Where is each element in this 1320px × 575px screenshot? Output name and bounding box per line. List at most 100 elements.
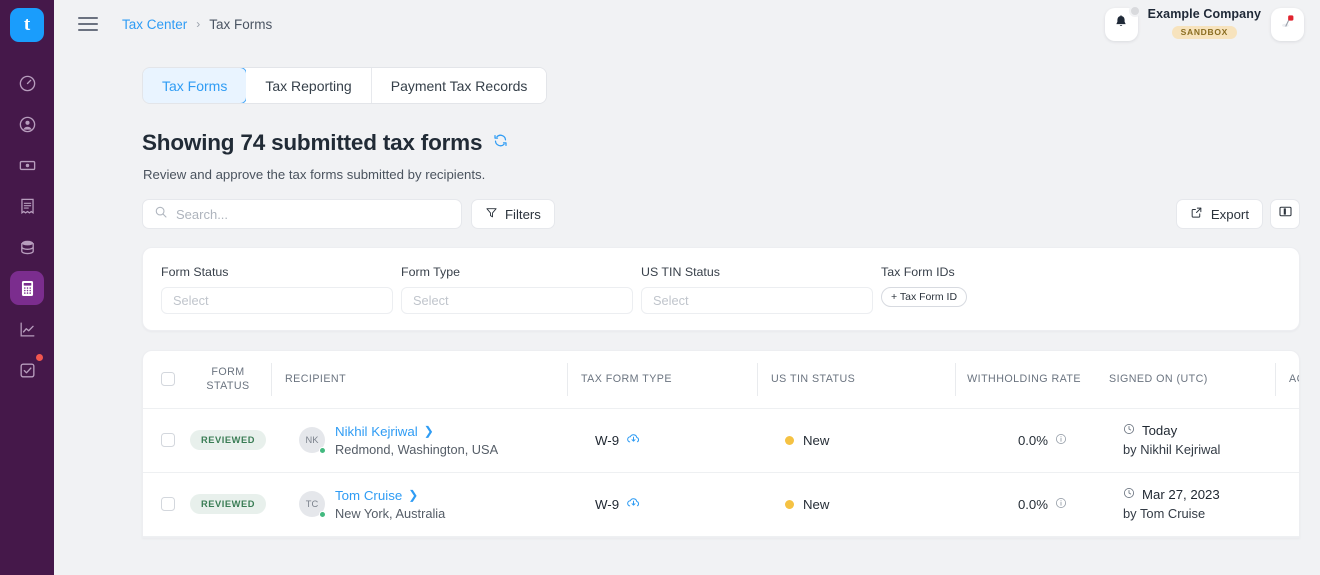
- filter-form-type-select[interactable]: Select: [401, 287, 633, 314]
- account-button[interactable]: [1271, 7, 1304, 41]
- filter-tax-form-ids-label: Tax Form IDs: [881, 265, 955, 279]
- withholding-rate-value: 0.0%: [1017, 432, 1048, 448]
- signed-on-date: Mar 27, 2023: [1142, 487, 1220, 503]
- column-recipient[interactable]: RECIPIENT: [271, 351, 567, 409]
- recipient-link[interactable]: Tom Cruise ❯: [335, 488, 445, 503]
- form-type-label: W-9: [595, 496, 620, 512]
- clock-icon: [1123, 487, 1135, 502]
- tax-forms-table: FORM STATUS RECIPIENT TAX FORM TYPE US T…: [142, 350, 1300, 538]
- tab-tax-reporting[interactable]: Tax Reporting: [246, 68, 372, 103]
- app-root: t Tax Center › Tax Forms Example Company…: [0, 0, 1320, 575]
- row-signed-on-cell: Mar 27, 2023 by Tom Cruise: [1095, 472, 1275, 537]
- sidebar-item-invoices[interactable]: [10, 189, 44, 223]
- filter-form-type: Form Type Select: [401, 265, 641, 330]
- column-signed-on[interactable]: SIGNED ON (UTC): [1095, 351, 1275, 409]
- filter-form-status-label: Form Status: [161, 265, 229, 279]
- breadcrumb-root[interactable]: Tax Center: [122, 17, 187, 32]
- sidebar-item-dashboard[interactable]: [10, 66, 44, 100]
- column-tax-form-type[interactable]: TAX FORM TYPE: [567, 351, 757, 409]
- company-info: Example Company SANDBOX: [1147, 7, 1261, 40]
- recipient-location: Redmond, Washington, USA: [335, 441, 499, 457]
- chevron-right-icon: ❯: [408, 488, 419, 503]
- online-status-dot: [319, 447, 326, 455]
- table-row[interactable]: REVIEWED TC Tom Cruise ❯ New York, Austr…: [143, 472, 1299, 537]
- receipt-icon: [18, 197, 37, 216]
- table-body: REVIEWED NK Nikhil Kejriwal ❯ Redmond, W…: [143, 408, 1299, 537]
- sidebar-item-payments[interactable]: [10, 148, 44, 182]
- tin-status-label: New: [803, 432, 830, 448]
- breadcrumb-separator-icon: ›: [196, 17, 201, 31]
- sidebar-item-recipients[interactable]: [10, 107, 44, 141]
- filter-us-tin-status-label: US TIN Status: [641, 265, 720, 279]
- checkbox-icon: [18, 361, 37, 380]
- row-checkbox[interactable]: [161, 433, 175, 448]
- export-label: Export: [1210, 206, 1249, 222]
- page-title-row: Showing 74 submitted tax forms: [142, 130, 1320, 156]
- tasks-notification-dot: [36, 354, 43, 361]
- cloud-download-icon[interactable]: [626, 431, 641, 449]
- filter-us-tin-status: US TIN Status Select: [641, 265, 881, 330]
- filters-button[interactable]: Filters: [471, 199, 555, 229]
- clock-icon: [1123, 423, 1135, 438]
- refresh-icon[interactable]: [493, 133, 508, 153]
- tab-payment-tax-records[interactable]: Payment Tax Records: [371, 68, 547, 103]
- row-status-cell: REVIEWED: [185, 472, 271, 537]
- company-name: Example Company: [1147, 7, 1261, 22]
- filter-us-tin-status-select[interactable]: Select: [641, 287, 873, 314]
- search-icon: [154, 205, 168, 224]
- search-box[interactable]: [142, 199, 462, 229]
- gauge-icon: [18, 74, 37, 93]
- search-input[interactable]: [176, 206, 450, 222]
- sidebar-item-tax-center[interactable]: [10, 271, 44, 305]
- top-bar: Tax Center › Tax Forms Example Company S…: [54, 0, 1320, 48]
- toolbar: Filters Export: [142, 199, 1320, 229]
- tab-tax-forms[interactable]: Tax Forms: [143, 68, 248, 103]
- avatar-initials: NK: [305, 435, 319, 446]
- user-circle-icon: [18, 115, 37, 134]
- row-actions-cell: ···: [1275, 408, 1299, 473]
- filter-panel: Form Status Select Form Type Select US T…: [142, 247, 1300, 331]
- status-badge: REVIEWED: [190, 430, 266, 451]
- column-form-status-line2: STATUS: [206, 380, 250, 393]
- line-chart-icon: [18, 320, 37, 339]
- column-us-tin-status[interactable]: US TIN STATUS: [757, 351, 955, 409]
- filter-tax-form-ids: Tax Form IDs + Tax Form ID: [881, 265, 968, 330]
- filters-label: Filters: [505, 206, 541, 222]
- row-recipient-cell: NK Nikhil Kejriwal ❯ Redmond, Washington…: [271, 408, 567, 473]
- columns-button[interactable]: [1270, 199, 1300, 229]
- sidebar-item-reports[interactable]: [10, 312, 44, 346]
- column-form-status[interactable]: FORM STATUS: [185, 351, 271, 409]
- export-button[interactable]: Export: [1175, 199, 1263, 229]
- money-icon: [18, 156, 37, 175]
- info-icon[interactable]: [1055, 497, 1067, 512]
- database-icon: [18, 238, 37, 257]
- chevron-right-icon: ❯: [423, 424, 434, 439]
- add-tax-form-id-button[interactable]: + Tax Form ID: [881, 287, 968, 307]
- sidebar-item-tasks[interactable]: [10, 353, 44, 387]
- tab-bar: Tax Forms Tax Reporting Payment Tax Reco…: [142, 67, 548, 104]
- row-checkbox[interactable]: [161, 497, 175, 512]
- row-select-cell: [143, 408, 185, 473]
- breadcrumb: Tax Center › Tax Forms: [122, 17, 272, 32]
- hamburger-icon[interactable]: [78, 13, 98, 35]
- filter-form-status-select[interactable]: Select: [161, 287, 393, 314]
- column-withholding-rate[interactable]: WITHHOLDING RATE: [955, 351, 1095, 409]
- recipient-location: New York, Australia: [335, 505, 446, 521]
- row-status-cell: REVIEWED: [185, 408, 271, 473]
- row-tin-status-cell: New: [757, 408, 955, 473]
- notifications[interactable]: [1104, 4, 1141, 41]
- row-form-type-cell: W-9: [567, 408, 757, 473]
- sidebar-item-data[interactable]: [10, 230, 44, 264]
- tin-status-dot: [785, 435, 794, 445]
- table-row[interactable]: REVIEWED NK Nikhil Kejriwal ❯ Redmond, W…: [143, 408, 1299, 473]
- page-title: Showing 74 submitted tax forms: [142, 130, 483, 155]
- select-all-checkbox[interactable]: [161, 372, 175, 387]
- cloud-download-icon[interactable]: [626, 495, 641, 513]
- recipient-link[interactable]: Nikhil Kejriwal ❯: [335, 424, 498, 439]
- row-recipient-cell: TC Tom Cruise ❯ New York, Australia: [271, 472, 567, 537]
- online-status-dot: [319, 511, 326, 519]
- pin-avatar-icon: [1279, 13, 1297, 36]
- app-logo[interactable]: t: [10, 8, 44, 42]
- avatar-initials: TC: [305, 499, 319, 510]
- info-icon[interactable]: [1055, 433, 1067, 448]
